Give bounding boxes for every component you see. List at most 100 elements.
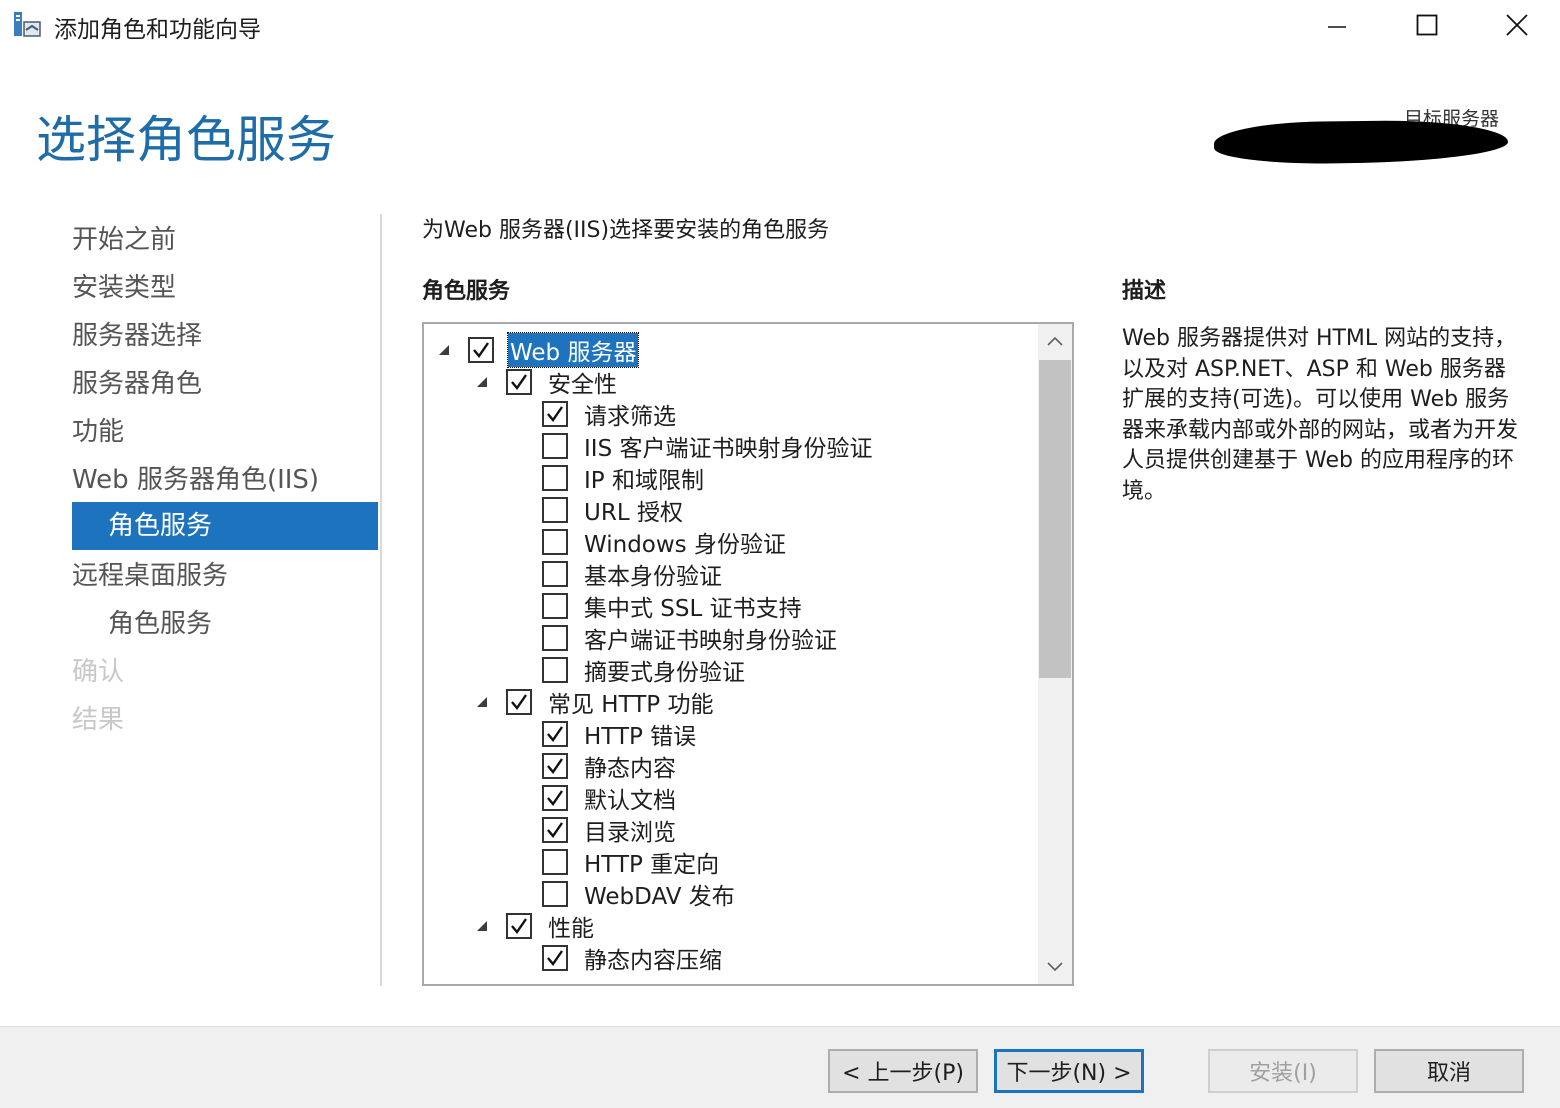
checkbox[interactable]	[542, 625, 568, 651]
checkbox[interactable]	[542, 401, 568, 427]
tree-row[interactable]: Web 服务器	[439, 332, 640, 368]
checkmark-icon	[547, 822, 563, 838]
checkbox[interactable]	[542, 561, 568, 587]
checkbox[interactable]	[542, 529, 568, 555]
nav-item-server-roles[interactable]: 服务器角色	[72, 360, 202, 408]
tree-expanded-triangle-icon[interactable]	[476, 696, 490, 710]
role-services-tree[interactable]: Web 服务器安全性请求筛选 IIS 客户端证书映射身份验证 IP 和域限制 URL …	[422, 322, 1074, 986]
checkbox[interactable]	[542, 817, 568, 843]
tree-row-label: 安全性	[548, 372, 617, 398]
tree-row-label: Web 服务器	[506, 332, 640, 368]
tree-row[interactable]: IP 和域限制	[542, 462, 706, 494]
tree-expanded-triangle-icon[interactable]	[476, 920, 490, 934]
tree-row-label: 目录浏览	[584, 820, 676, 846]
description-heading: 描述	[1122, 279, 1167, 304]
minimize-icon[interactable]	[1292, 0, 1382, 50]
tree-expanded-triangle-icon[interactable]	[476, 376, 490, 390]
checkbox[interactable]	[542, 849, 568, 875]
tree-row[interactable]: 安全性	[477, 366, 619, 398]
checkmark-icon	[473, 342, 489, 358]
nav-item-web-server-role[interactable]: Web 服务器角色(IIS)	[72, 456, 319, 504]
tree-row-label: HTTP 错误	[584, 724, 697, 750]
checkbox[interactable]	[542, 945, 568, 971]
checkmark-icon	[511, 374, 527, 390]
nav-item-remote-desktop-services[interactable]: 远程桌面服务	[72, 552, 228, 600]
nav-item-before-you-begin[interactable]: 开始之前	[72, 216, 176, 264]
checkmark-icon	[547, 758, 563, 774]
chevron-up-icon[interactable]	[1038, 324, 1072, 358]
chevron-down-icon[interactable]	[1038, 950, 1072, 984]
tree-row[interactable]: 请求筛选	[542, 398, 678, 430]
tree-row[interactable]: HTTP 重定向	[542, 846, 721, 878]
maximize-icon[interactable]	[1382, 0, 1472, 50]
tree-row-label: 静态内容	[584, 756, 676, 782]
checkbox[interactable]	[542, 657, 568, 683]
nav-item-label: 角色服务	[108, 511, 213, 541]
tree-row[interactable]: 常见 HTTP 功能	[477, 686, 715, 718]
next-button[interactable]: 下一步(N) >	[994, 1049, 1144, 1093]
nav-item-features[interactable]: 功能	[72, 408, 124, 456]
checkbox[interactable]	[542, 881, 568, 907]
tree-row[interactable]: 基本身份验证	[542, 558, 724, 590]
intro-text: 为Web 服务器(IIS)选择要安装的角色服务	[422, 218, 830, 243]
tree-row[interactable]: 目录浏览	[542, 814, 678, 846]
checkbox[interactable]	[542, 433, 568, 459]
cancel-button[interactable]: 取消	[1374, 1049, 1524, 1093]
checkbox[interactable]	[542, 785, 568, 811]
nav-item-role-services-active[interactable]: 角色服务	[72, 502, 378, 550]
install-button: 安装(I)	[1208, 1049, 1358, 1093]
checkbox[interactable]	[542, 497, 568, 523]
server-manager-icon	[12, 10, 42, 40]
checkbox[interactable]	[468, 337, 494, 363]
tree-row-label: 客户端证书映射身份验证	[584, 628, 837, 654]
nav-item-installation-type[interactable]: 安装类型	[72, 264, 176, 312]
checkbox[interactable]	[506, 369, 532, 395]
tree-row-label: 性能	[548, 916, 594, 942]
nav-item-rds-role-services[interactable]: 角色服务	[108, 600, 212, 648]
tree-row-label: 请求筛选	[584, 404, 676, 430]
checkbox[interactable]	[506, 689, 532, 715]
tree-row-label: WebDAV 发布	[584, 884, 735, 910]
description-text: Web 服务器提供对 HTML 网站的支持，以及对 ASP.NET、ASP 和 …	[1122, 326, 1519, 504]
tree-row[interactable]: IIS 客户端证书映射身份验证	[542, 430, 874, 462]
checkmark-icon	[511, 694, 527, 710]
checkbox[interactable]	[542, 465, 568, 491]
wizard-footer: < 上一步(P) 下一步(N) > 安装(I) 取消	[0, 1026, 1560, 1108]
checkmark-icon	[547, 406, 563, 422]
tree-row[interactable]: 摘要式身份验证	[542, 654, 747, 686]
close-icon[interactable]	[1472, 0, 1560, 50]
tree-expanded-triangle-icon[interactable]	[438, 344, 452, 358]
role-services-heading: 角色服务	[422, 279, 511, 304]
checkbox[interactable]	[542, 593, 568, 619]
tree-row[interactable]: 静态内容	[542, 750, 678, 782]
tree-row[interactable]: 客户端证书映射身份验证	[542, 622, 839, 654]
nav-item-results: 结果	[72, 705, 125, 735]
vertical-scrollbar[interactable]	[1038, 324, 1072, 984]
checkmark-icon	[547, 950, 563, 966]
tree-row[interactable]: 默认文档	[542, 782, 678, 814]
tree-row-label: 静态内容压缩	[584, 948, 722, 974]
tree-row[interactable]: HTTP 错误	[542, 718, 698, 750]
tree-row-label: 常见 HTTP 功能	[548, 692, 714, 718]
checkmark-icon	[547, 790, 563, 806]
tree-row[interactable]: 集中式 SSL 证书支持	[542, 590, 804, 622]
checkbox[interactable]	[506, 913, 532, 939]
window-title: 添加角色和功能向导	[54, 17, 261, 43]
redacted-server-name	[1213, 118, 1509, 166]
tree-row-label: URL 授权	[584, 500, 683, 526]
page-title: 选择角色服务	[36, 111, 336, 169]
tree-row[interactable]: WebDAV 发布	[542, 878, 737, 910]
checkbox[interactable]	[542, 721, 568, 747]
checkmark-icon	[511, 918, 527, 934]
scrollbar-thumb[interactable]	[1039, 360, 1071, 678]
previous-button[interactable]: < 上一步(P)	[828, 1049, 978, 1093]
tree-row[interactable]: URL 授权	[542, 494, 685, 526]
tree-row[interactable]: 性能	[477, 910, 596, 942]
title-bar: 添加角色和功能向导	[0, 0, 1560, 50]
nav-item-confirmation: 确认	[72, 657, 125, 687]
tree-row[interactable]: 静态内容压缩	[542, 942, 724, 974]
tree-row-label: Windows 身份验证	[584, 532, 786, 558]
tree-row[interactable]: Windows 身份验证	[542, 526, 788, 558]
nav-item-server-selection[interactable]: 服务器选择	[72, 312, 202, 360]
checkbox[interactable]	[542, 753, 568, 779]
